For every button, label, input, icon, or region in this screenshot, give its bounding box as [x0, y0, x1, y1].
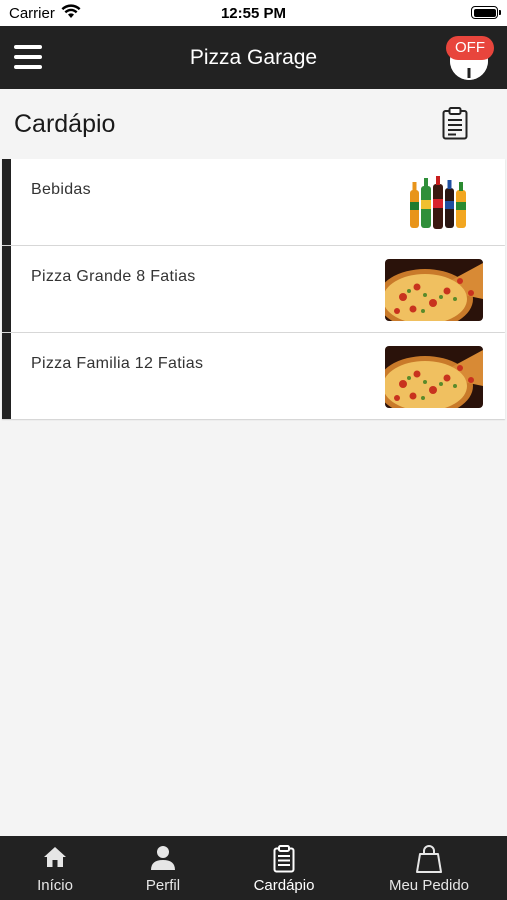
nav-bar: Pizza Garage OFF — [0, 26, 507, 89]
menu-item-bebidas[interactable]: Bebidas — [2, 159, 505, 245]
page-header: Cardápio — [0, 89, 507, 159]
status-badge: OFF — [446, 36, 494, 60]
tab-label: Perfil — [145, 877, 181, 894]
person-icon — [151, 846, 175, 870]
menu-item-pizza-familia[interactable]: Pizza Familia 12 Fatias — [2, 333, 505, 419]
menu-item-label: Bebidas — [31, 181, 91, 198]
tab-label: Cardápio — [253, 877, 315, 894]
bottom-tab-bar: Início Perfil Cardápio Meu Pedido — [0, 836, 507, 900]
menu-item-label: Pizza Familia 12 Fatias — [31, 355, 204, 372]
menu-category-list: Bebidas Pizza Grande 8 Fatias Pizza Fami… — [2, 159, 505, 420]
tab-label: Meu Pedido — [388, 877, 470, 894]
tab-perfil[interactable]: Perfil — [113, 836, 213, 900]
tab-meu-pedido[interactable]: Meu Pedido — [374, 836, 484, 900]
menu-item-label: Pizza Grande 8 Fatias — [31, 268, 196, 285]
pizza-image — [385, 259, 483, 321]
pizza-image — [385, 346, 483, 408]
tab-cardapio[interactable]: Cardápio — [229, 836, 339, 900]
status-time: 12:55 PM — [220, 5, 287, 22]
tab-label: Início — [37, 877, 73, 894]
tab-inicio[interactable]: Início — [5, 836, 105, 900]
page-title: Cardápio — [14, 110, 116, 138]
battery-level — [473, 8, 496, 17]
shopping-bag-icon — [416, 845, 442, 873]
battery-icon — [471, 6, 501, 19]
home-icon — [44, 847, 66, 867]
store-status-toggle[interactable]: OFF — [446, 36, 494, 80]
status-bar: Carrier 12:55 PM — [0, 0, 507, 26]
app-title: Pizza Garage — [189, 46, 318, 69]
soda-bottles-image — [385, 172, 483, 234]
clipboard-icon — [273, 845, 295, 873]
menu-item-pizza-grande[interactable]: Pizza Grande 8 Fatias — [2, 246, 505, 332]
clipboard-icon[interactable] — [442, 107, 468, 140]
